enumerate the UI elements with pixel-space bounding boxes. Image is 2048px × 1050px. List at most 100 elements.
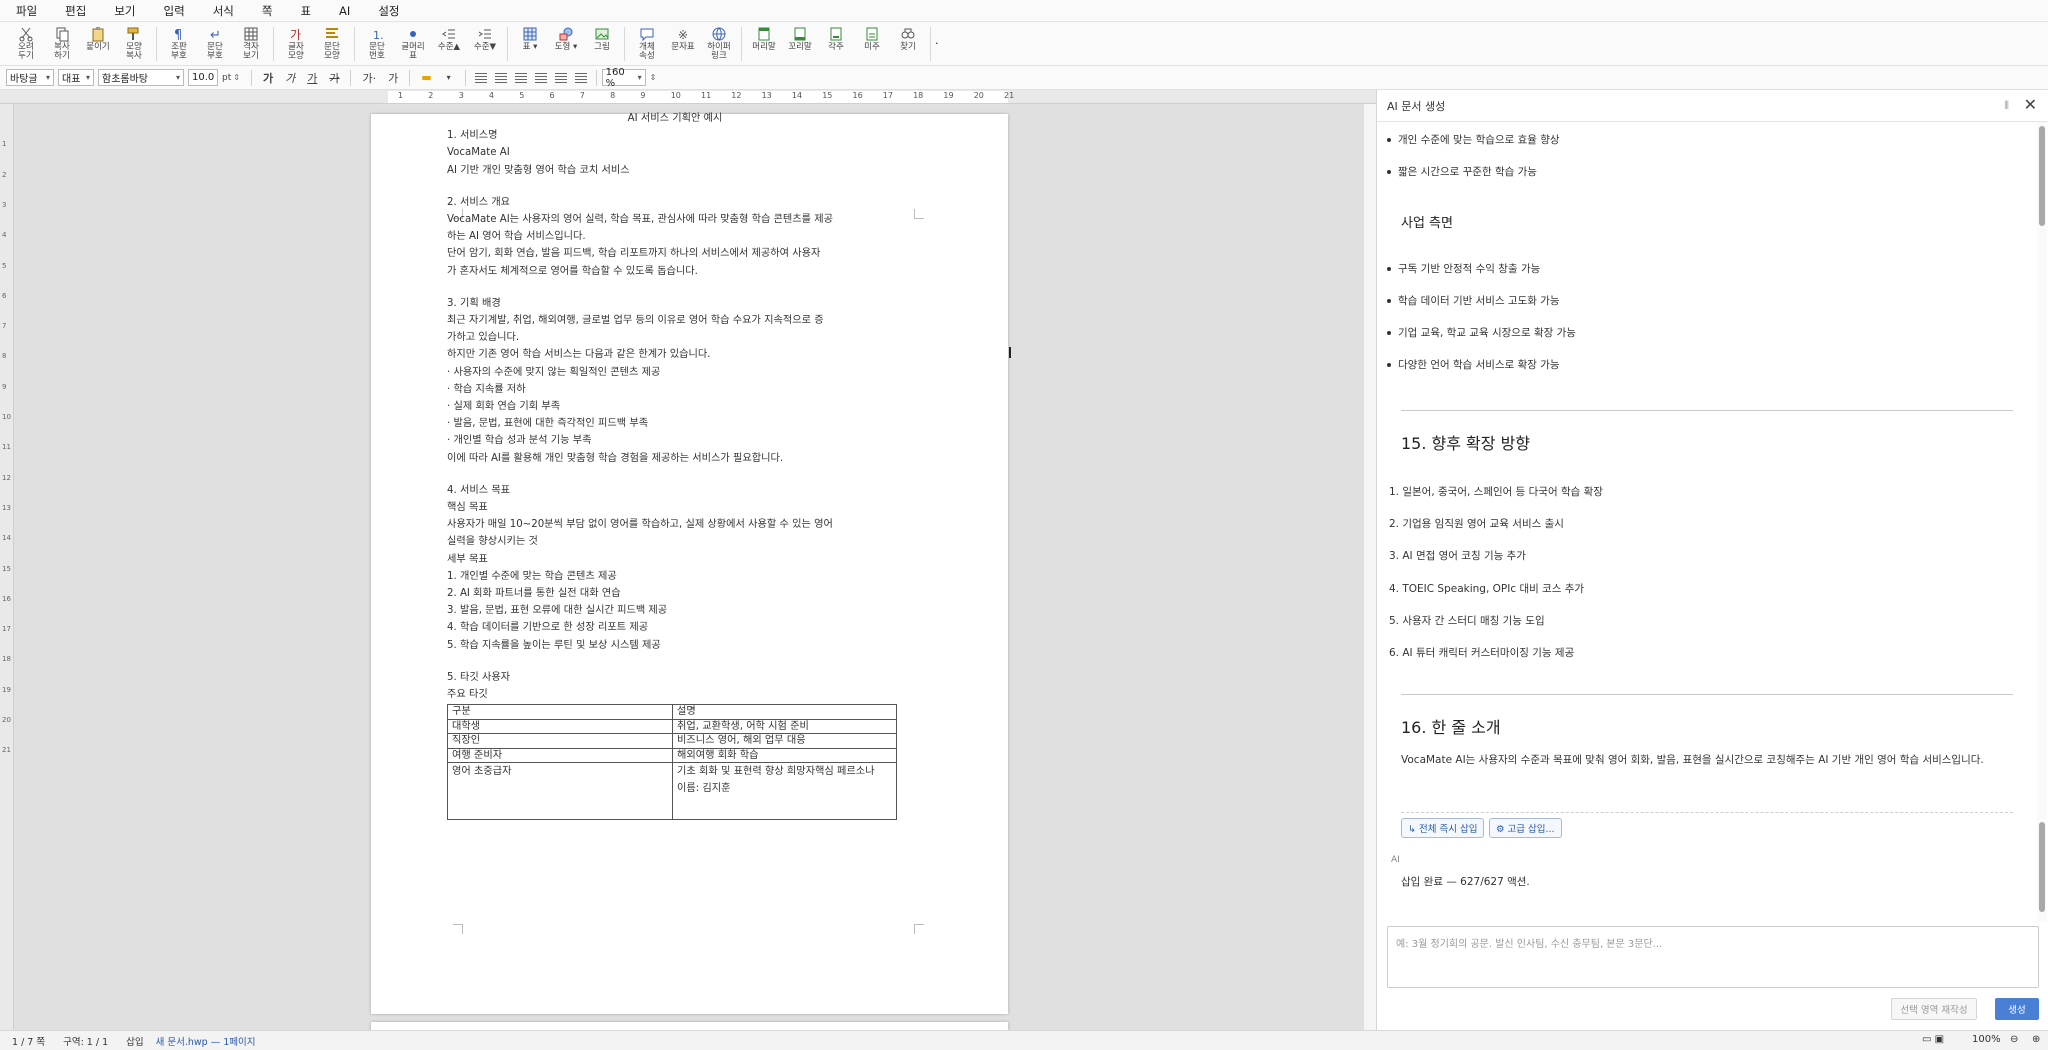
format-copy-button[interactable]: 모양 복사: [116, 23, 152, 65]
table-cell[interactable]: 직장인: [447, 733, 673, 749]
ruler-tick-label: 3: [458, 91, 464, 100]
hyperlink-button[interactable]: 하이퍼 링크: [701, 23, 737, 65]
pilcrow-icon: ¶: [174, 28, 182, 42]
symbol-button[interactable]: ※ 문자표: [665, 23, 701, 65]
horizontal-ruler[interactable]: 1 2 3 4 5 6 7 8 9 10 11 12 13 14 15 16 17 18 19 20 21: [0, 90, 1376, 104]
table-cell[interactable]: 해외여행 회화 학습: [672, 747, 897, 764]
align-distribute-icon[interactable]: [554, 72, 567, 83]
vertical-ruler[interactable]: 1 2 3 4 5 6 7 8 9 10 11 12 13 14 15 16 17 18 19 20 21: [0, 104, 14, 1030]
menu-item-5[interactable]: 쪽: [262, 3, 273, 19]
underline-button[interactable]: 가: [307, 70, 317, 86]
menu-item-2[interactable]: 보기: [114, 3, 135, 19]
document-scrollbar[interactable]: [1363, 104, 1376, 1030]
toolbar-label: 표 ▾: [522, 41, 538, 52]
language-select[interactable]: 대표 ▾: [58, 69, 94, 86]
generate-button[interactable]: 생성: [1995, 998, 2039, 1020]
text-line: 단어 암기, 회화 연습, 발음 피드백, 학습 리포트까지 하나의 서비스에서…: [447, 248, 821, 260]
footnote-button[interactable]: 각주: [818, 23, 854, 65]
paste-icon: [92, 26, 104, 41]
insert-mode[interactable]: 삽입: [126, 1034, 143, 1048]
font-size-stepper[interactable]: ⇕: [233, 73, 240, 82]
document-body[interactable]: AI 서비스 기획안 예시 1. 서비스명 VocaMate AI AI 기반 개인…: [447, 110, 903, 821]
highlight-color-button[interactable]: ▬: [421, 71, 431, 84]
font-select[interactable]: 함초롬바탕 ▾: [98, 69, 184, 86]
zoom-stepper[interactable]: ⇕: [650, 73, 657, 82]
align-left-icon[interactable]: [474, 72, 487, 83]
cut-button[interactable]: 오려 두기: [8, 23, 44, 65]
image-button[interactable]: 그림: [584, 23, 620, 65]
grid-button[interactable]: 격자 보기: [233, 23, 269, 65]
align-right-icon[interactable]: [514, 72, 527, 83]
paragraph-mark-button[interactable]: ↵ 문단 부호: [197, 23, 233, 65]
insert-all-button[interactable]: ↳ 전체 즉시 삽입: [1401, 818, 1485, 838]
menu-item-3[interactable]: 입력: [164, 3, 185, 19]
table-cell[interactable]: 영어 초중급자: [447, 762, 673, 821]
menu-item-6[interactable]: 표: [300, 3, 311, 19]
table-cell[interactable]: 여행 준비자: [447, 747, 673, 764]
ruler-tick-label: 9: [2, 382, 7, 391]
menu-item-1[interactable]: 편집: [65, 3, 86, 19]
bullet-button[interactable]: 글머리 표: [395, 23, 431, 65]
zoom-in-icon[interactable]: ⊕: [2032, 1034, 2040, 1045]
target-user-table[interactable]: 구분 설명 대학생 취업, 교환학생, 어학 시험 준비 직장인 비즈니스 영어, 해…: [447, 704, 897, 821]
menu-item-8[interactable]: 설정: [378, 3, 399, 19]
comment-button[interactable]: 개체 속성: [629, 23, 665, 65]
text-line: 세부 목표: [447, 553, 488, 565]
find-button[interactable]: 찾기: [890, 23, 926, 65]
ruler-tick-label: 7: [2, 322, 7, 331]
scroll-thumb[interactable]: [2039, 822, 2045, 912]
shape-button[interactable]: 도형 ▾: [548, 23, 584, 65]
rewrite-selection-button[interactable]: 선택 영역 재작성: [1891, 998, 1977, 1020]
view-mode-icon[interactable]: ▭ ▣: [1922, 1034, 1944, 1045]
file-name: 새 문서.hwp — 1페이지: [155, 1036, 256, 1048]
style-select[interactable]: 바탕글 ▾: [6, 69, 54, 86]
table-cell[interactable]: 대학생: [447, 718, 673, 735]
outdent-button[interactable]: 수준▲: [431, 23, 467, 65]
table-cell[interactable]: 기초 회화 및 표현력 향상 희망자핵심 페르소나 이름: 김지훈: [672, 762, 897, 821]
table-button[interactable]: 표 ▾: [512, 23, 548, 65]
ai-prompt-input[interactable]: 예: 3월 정기회의 공문. 발신 인사팀, 수신 충무팀, 본문 3문단...: [1387, 926, 2039, 988]
ruler-tick-label: 21: [2, 746, 11, 755]
header-button[interactable]: 머리말: [746, 23, 782, 65]
close-icon[interactable]: ✕: [2024, 95, 2037, 114]
align-center-icon[interactable]: [494, 72, 507, 83]
char-shape-button[interactable]: 가 글자 모양: [278, 23, 314, 65]
font-size-input[interactable]: 10.0: [188, 69, 218, 86]
menu-item-4[interactable]: 서식: [213, 3, 234, 19]
ruler-tick-label: 13: [2, 503, 11, 512]
align-divide-icon[interactable]: [574, 72, 587, 83]
ruler-tick-label: 21: [1004, 91, 1015, 100]
superscript-button[interactable]: 가·: [362, 70, 376, 86]
bold-button[interactable]: 가: [263, 70, 273, 86]
menu-item-7[interactable]: AI: [339, 4, 350, 18]
footer-button[interactable]: 꼬리말: [782, 23, 818, 65]
zoom-select[interactable]: 160 % ▾: [601, 67, 646, 89]
outline-button[interactable]: 가: [388, 70, 398, 86]
ai-panel-scrollbar[interactable]: [2037, 122, 2047, 922]
table-cell[interactable]: 비즈니스 영어, 해외 업무 대응: [672, 733, 897, 749]
indent-button[interactable]: 수준▼: [467, 23, 503, 65]
toolbar-more-icon[interactable]: ·: [935, 37, 939, 50]
pin-icon[interactable]: ⦀: [2004, 99, 2009, 113]
paste-button[interactable]: 붙이기: [80, 23, 116, 65]
outdent-icon: [442, 29, 455, 38]
advanced-insert-button[interactable]: ⚙ 고급 삽입...: [1489, 818, 1562, 838]
text-line: 이에 따라 AI를 활용해 개인 맞춤형 학습 경험을 제공하는 서비스가 필요…: [447, 452, 784, 464]
table-header-cell[interactable]: 설명: [672, 704, 897, 720]
para-shape-button[interactable]: 문단 모양: [314, 23, 350, 65]
strikethrough-button[interactable]: 가: [329, 70, 339, 86]
table-header-cell[interactable]: 구분: [447, 704, 673, 720]
ruler-tick-label: 19: [943, 91, 954, 100]
ruler-tick-label: 1: [398, 91, 404, 100]
zoom-out-icon[interactable]: ⊖: [2010, 1034, 2018, 1045]
endnote-button[interactable]: 미주: [854, 23, 890, 65]
copy-button[interactable]: 복사 하기: [44, 23, 80, 65]
italic-button[interactable]: 가: [285, 70, 295, 86]
color-dropdown-icon[interactable]: ▾: [444, 73, 454, 82]
para-number-button[interactable]: 1. 문단 번호: [359, 23, 395, 65]
menu-item-0[interactable]: 파일: [16, 3, 37, 19]
table-cell[interactable]: 취업, 교환학생, 어학 시험 준비: [672, 718, 897, 735]
footnote-icon: [830, 27, 842, 40]
pilcrow-button[interactable]: ¶ 조판 부호: [161, 23, 197, 65]
align-justify-icon[interactable]: [534, 72, 547, 83]
